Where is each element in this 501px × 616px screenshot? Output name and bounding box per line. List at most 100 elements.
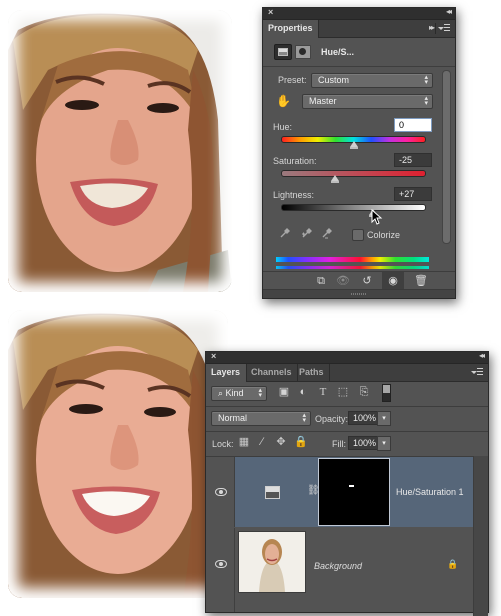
adjustment-title: Hue/S... bbox=[321, 47, 355, 57]
eyedropper-subtract-icon[interactable] bbox=[321, 227, 333, 239]
visibility-column bbox=[206, 457, 235, 527]
reset-icon[interactable]: ↺ bbox=[359, 274, 375, 288]
hue-label: Hue: bbox=[273, 122, 293, 132]
layer-filter-row: ⌕ Kind ▴ ▾ ▣ ◐ T ⬚ ⎘ bbox=[206, 382, 488, 407]
preset-value: Custom bbox=[318, 75, 350, 85]
thumbnail-portrait bbox=[239, 532, 305, 592]
lightness-input[interactable]: +27 bbox=[394, 187, 432, 201]
colorize-label: Colorize bbox=[367, 230, 401, 240]
lock-row: Lock: ▦ ∕ ✥ 🔒 Fill: 100% ▾ bbox=[206, 432, 488, 457]
tab-properties[interactable]: Properties bbox=[263, 20, 319, 38]
toggle-visibility-icon[interactable]: ◉ bbox=[382, 272, 404, 290]
smart-object-filter-icon[interactable]: ⎘ bbox=[358, 386, 370, 398]
preset-label: Preset: bbox=[278, 75, 307, 85]
shape-layer-filter-icon[interactable]: ⬚ bbox=[337, 386, 349, 398]
pixel-layer-filter-icon[interactable]: ▣ bbox=[278, 386, 290, 398]
before-photo bbox=[8, 10, 232, 292]
opacity-label: Opacity: bbox=[315, 414, 349, 424]
close-icon[interactable]: × bbox=[211, 351, 216, 361]
hue-saturation-adjustment-icon bbox=[265, 486, 280, 499]
filter-kind-dropdown[interactable]: ⌕ Kind ▴ ▾ bbox=[211, 386, 267, 401]
layer-row-hue-saturation[interactable]: ⛓ Hue/Saturation 1 bbox=[206, 457, 488, 527]
resize-grip[interactable] bbox=[263, 289, 455, 298]
hue-slider-thumb[interactable] bbox=[349, 141, 358, 149]
view-previous-state-icon[interactable]: 👁 bbox=[335, 274, 351, 288]
divider bbox=[435, 23, 436, 34]
adjustment-header: Hue/S... bbox=[263, 38, 455, 67]
tab-channels[interactable]: Channels bbox=[246, 364, 298, 381]
opacity-dropdown-button[interactable]: ▾ bbox=[377, 411, 391, 426]
fill-label: Fill: bbox=[332, 439, 346, 449]
saturation-label: Saturation: bbox=[273, 156, 317, 166]
portrait-image-adjusted bbox=[8, 310, 228, 598]
filter-toggle-switch[interactable] bbox=[382, 384, 391, 402]
delete-icon[interactable]: 🗑 bbox=[413, 274, 429, 288]
lock-position-icon[interactable]: ✥ bbox=[275, 436, 287, 448]
collapse-icon[interactable]: ◂◂ bbox=[446, 7, 452, 16]
properties-panel: × ◂◂ Properties ▸▸ Hue/S... Preset: Cust… bbox=[262, 7, 456, 299]
layers-panel: × ◂◂ Layers Channels Paths ⌕ Kind ▴ ▾ ▣ ◐… bbox=[205, 351, 489, 616]
lightness-slider-track[interactable] bbox=[281, 204, 426, 211]
saturation-slider-track[interactable] bbox=[281, 170, 426, 177]
properties-tabbar: Properties ▸▸ bbox=[263, 20, 455, 38]
collapse-icon[interactable]: ◂◂ bbox=[479, 351, 485, 360]
channel-dropdown[interactable]: Master ▴ ▾ bbox=[302, 94, 433, 109]
clip-to-layer-icon[interactable]: ⧉ bbox=[313, 274, 329, 288]
tab-paths[interactable]: Paths bbox=[294, 364, 330, 381]
saturation-input[interactable]: -25 bbox=[394, 153, 432, 167]
input-color-bar bbox=[276, 257, 429, 262]
portrait-image bbox=[8, 10, 232, 292]
close-icon[interactable]: × bbox=[268, 7, 273, 17]
layer-mask-icon[interactable] bbox=[295, 45, 311, 59]
layer-locked-icon: 🔒 bbox=[447, 559, 459, 569]
updown-arrows-icon: ▴ ▾ bbox=[424, 74, 428, 86]
panel-titlebar: × ◂◂ bbox=[206, 351, 488, 364]
layer-row-background[interactable]: Background 🔒 bbox=[206, 528, 488, 612]
eye-icon[interactable] bbox=[215, 488, 227, 496]
lock-label: Lock: bbox=[212, 439, 234, 449]
blend-mode-dropdown[interactable]: Normal ▴ ▾ bbox=[211, 411, 311, 426]
search-icon: ⌕ bbox=[218, 388, 226, 398]
after-photo bbox=[8, 310, 228, 598]
blend-row: Normal ▴ ▾ Opacity: 100% ▾ bbox=[206, 407, 488, 432]
eyedropper-add-icon[interactable] bbox=[301, 227, 313, 239]
layer-mask-thumbnail[interactable] bbox=[318, 458, 390, 526]
layers-scrollbar-track[interactable] bbox=[473, 456, 488, 616]
properties-scrollbar[interactable] bbox=[442, 70, 451, 244]
output-color-bar bbox=[276, 266, 429, 269]
visibility-column bbox=[206, 528, 235, 612]
layer-name[interactable]: Hue/Saturation 1 bbox=[396, 487, 464, 497]
fill-input[interactable]: 100% bbox=[348, 436, 378, 450]
blend-mode-value: Normal bbox=[218, 413, 248, 423]
panel-menu-icon[interactable] bbox=[438, 24, 450, 33]
on-image-adjust-hand-icon[interactable]: ✋ bbox=[276, 94, 291, 108]
hue-saturation-adjustment-icon[interactable] bbox=[274, 44, 292, 60]
opacity-input[interactable]: 100% bbox=[348, 411, 378, 425]
tab-layers[interactable]: Layers bbox=[206, 364, 247, 382]
eye-icon[interactable] bbox=[215, 560, 227, 568]
lock-transparent-pixels-icon[interactable]: ▦ bbox=[238, 436, 250, 448]
hue-input[interactable]: 0 bbox=[394, 118, 432, 132]
lock-image-pixels-icon[interactable]: ∕ bbox=[256, 436, 268, 448]
adjustment-layer-filter-icon[interactable]: ◐ bbox=[297, 386, 309, 398]
preset-dropdown[interactable]: Custom ▴ ▾ bbox=[311, 73, 433, 88]
lock-all-icon[interactable]: 🔒 bbox=[294, 436, 308, 448]
mask-highlight bbox=[349, 485, 354, 487]
lightness-label: Lightness: bbox=[273, 190, 315, 200]
type-layer-filter-icon[interactable]: T bbox=[317, 386, 329, 398]
saturation-slider-thumb[interactable] bbox=[331, 175, 340, 183]
updown-arrows-icon: ▴ ▾ bbox=[258, 387, 262, 399]
background-layer-thumbnail bbox=[238, 531, 306, 593]
channel-value: Master bbox=[309, 96, 337, 106]
fill-dropdown-button[interactable]: ▾ bbox=[377, 436, 391, 451]
filter-kind-value: Kind bbox=[225, 388, 244, 398]
mouse-cursor-icon bbox=[371, 209, 383, 225]
panel-titlebar: × ◂◂ bbox=[263, 7, 455, 20]
colorize-checkbox[interactable] bbox=[352, 229, 364, 241]
layer-name[interactable]: Background bbox=[314, 561, 362, 571]
expand-icon[interactable]: ▸▸ bbox=[429, 23, 435, 32]
eyedropper-icon[interactable] bbox=[279, 227, 291, 239]
panel-menu-icon[interactable] bbox=[471, 368, 483, 377]
layers-tabbar: Layers Channels Paths bbox=[206, 364, 488, 382]
updown-arrows-icon: ▴ ▾ bbox=[302, 412, 306, 424]
